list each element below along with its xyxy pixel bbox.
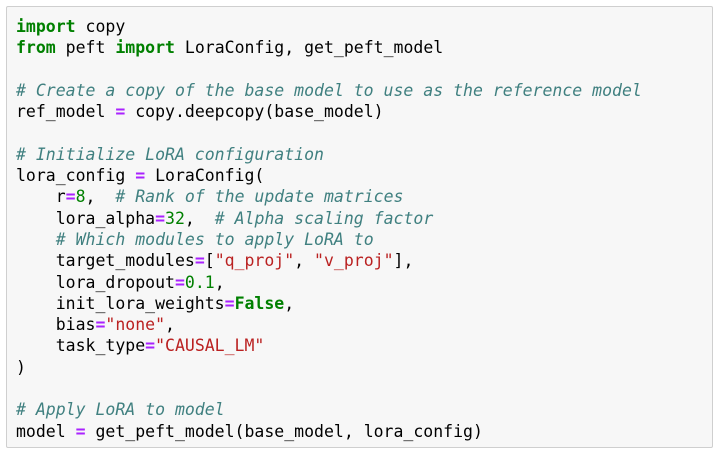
code-token: peft <box>55 38 116 58</box>
code-line: lora_alpha=32, # Alpha scaling factor <box>16 208 642 229</box>
code-token: , <box>165 315 175 335</box>
string-token: "v_proj" <box>314 251 394 271</box>
code-line: ref_model = copy.deepcopy(base_model) <box>16 101 642 122</box>
number-token: 8 <box>75 187 86 207</box>
code-line: r=8, # Rank of the update matrices <box>16 186 642 207</box>
code-token: , <box>284 293 295 313</box>
code-token: ) <box>16 357 26 377</box>
code-token: , <box>294 251 315 271</box>
code-token: LoraConfig, get_peft_model <box>174 38 444 58</box>
keyword-token: from <box>16 38 56 58</box>
code-editor[interactable]: import copy from peft import LoraConfig, … <box>16 16 642 442</box>
code-token: copy <box>75 17 126 36</box>
operator-token: = <box>155 208 166 228</box>
code-token: LoraConfig( <box>145 166 265 186</box>
code-line: # Create a copy of the base model to use… <box>16 80 642 101</box>
code-token: lora_dropout <box>16 272 175 292</box>
code-token: model <box>16 421 76 441</box>
code-line: import copy <box>16 16 642 37</box>
string-token: "none" <box>105 315 166 335</box>
operator-token: = <box>145 336 156 356</box>
comment-token: # Create a copy of the base model to use… <box>16 80 642 100</box>
comment-token: # Initialize LoRA configuration <box>16 144 324 164</box>
code-line: target_modules=["q_proj", "v_proj"], <box>16 250 642 271</box>
keyword-token: import <box>115 38 175 58</box>
code-token: , <box>184 208 215 228</box>
keyword-token: import <box>16 17 76 36</box>
comment-token: # Alpha scaling factor <box>214 208 434 228</box>
code-line: # Initialize LoRA configuration <box>16 144 642 165</box>
operator-token: = <box>224 293 235 313</box>
code-line: # Apply LoRA to model <box>16 399 642 420</box>
keyword-token: False <box>234 293 285 313</box>
code-line: task_type="CAUSAL_LM" <box>16 335 642 356</box>
operator-token: = <box>194 251 205 271</box>
code-token: ], <box>393 251 414 271</box>
code-token: init_lora_weights <box>16 293 225 313</box>
operator-token: = <box>95 315 106 335</box>
comment-token: # Which modules to apply LoRA to <box>55 229 374 249</box>
number-token: 0.1 <box>184 272 215 292</box>
code-line: ) <box>16 357 642 378</box>
code-token: , <box>85 187 116 207</box>
comment-token: # Apply LoRA to model <box>16 400 225 420</box>
code-token: lora_alpha <box>16 208 156 228</box>
code-token: lora_config <box>16 166 136 186</box>
code-line: lora_dropout=0.1, <box>16 272 642 293</box>
string-token: "CAUSAL_LM" <box>155 336 265 356</box>
operator-token: = <box>65 187 76 207</box>
code-line: model = get_peft_model(base_model, lora_… <box>16 421 642 442</box>
code-line: init_lora_weights=False, <box>16 293 642 314</box>
code-token: ref_model <box>16 102 116 122</box>
code-line: bias="none", <box>16 314 642 335</box>
operator-token: = <box>75 421 86 441</box>
code-token: task_type <box>16 336 146 356</box>
operator-token: = <box>135 166 146 186</box>
code-token: bias <box>16 315 96 335</box>
code-line: # Which modules to apply LoRA to <box>16 229 642 250</box>
operator-token: = <box>115 102 126 122</box>
code-line: lora_config = LoraConfig( <box>16 165 642 186</box>
code-token: [ <box>204 251 215 271</box>
code-cell[interactable]: import copy from peft import LoraConfig, … <box>6 6 713 448</box>
code-token: target_modules <box>16 251 195 271</box>
code-token: r <box>16 187 66 207</box>
comment-token: # Rank of the update matrices <box>115 187 404 207</box>
string-token: "q_proj" <box>214 251 295 271</box>
code-line: from peft import LoraConfig, get_peft_mo… <box>16 37 642 58</box>
code-token: , <box>214 272 225 292</box>
number-token: 32 <box>165 208 185 228</box>
code-token: get_peft_model(base_model, lora_config) <box>85 421 483 441</box>
operator-token: = <box>174 272 185 292</box>
code-token: copy.deepcopy(base_model) <box>125 102 384 122</box>
